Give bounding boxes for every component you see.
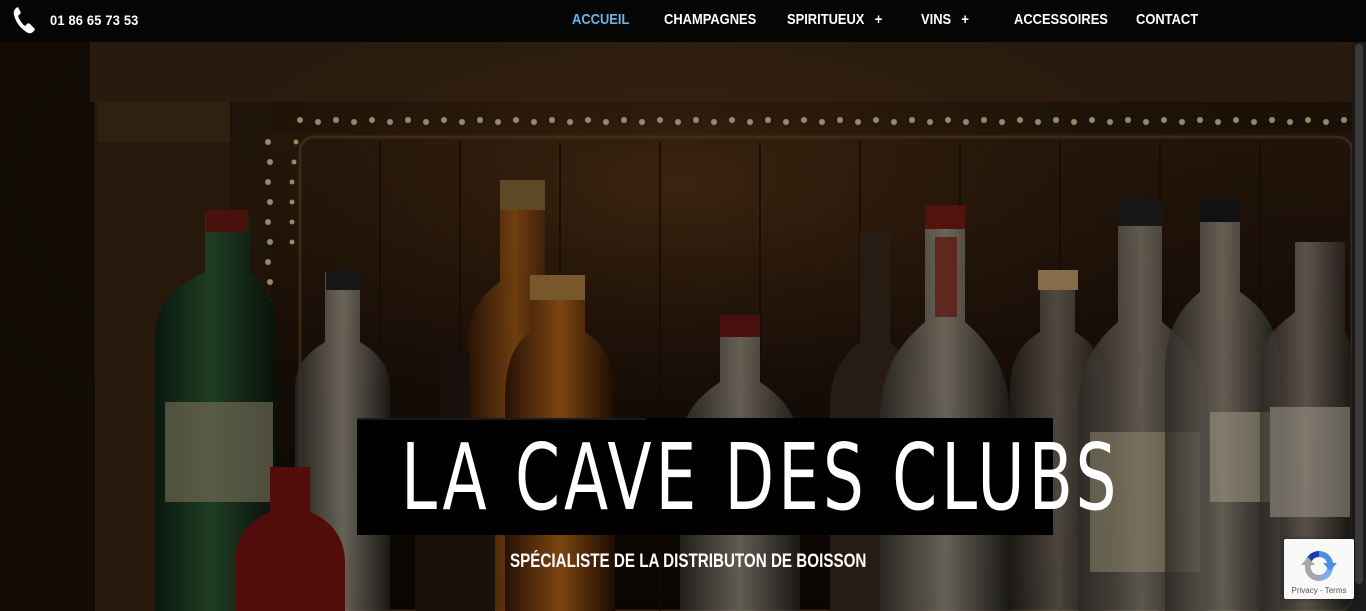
submenu-plus-icon[interactable]: + bbox=[875, 11, 883, 28]
nav-label: SPIRITUEUX bbox=[787, 11, 865, 28]
nav-label: ACCUEIL bbox=[572, 11, 630, 28]
nav-label: CONTACT bbox=[1136, 11, 1199, 28]
title-box-notch bbox=[357, 418, 646, 420]
site-title: LA CAVE DES CLUBS bbox=[401, 424, 1121, 531]
nav-item-champagnes[interactable]: CHAMPAGNES bbox=[664, 11, 756, 28]
top-bar: 01 86 65 73 53 ACCUEIL CHAMPAGNES SPIRIT… bbox=[0, 0, 1366, 42]
nav-label: VINS bbox=[921, 11, 952, 28]
scrollbar-thumb[interactable] bbox=[1355, 44, 1363, 584]
recaptcha-icon bbox=[1301, 550, 1337, 582]
nav-item-contact[interactable]: CONTACT bbox=[1136, 11, 1198, 28]
phone-icon bbox=[13, 7, 35, 34]
nav-item-accessoires[interactable]: ACCESSOIRES bbox=[1014, 11, 1108, 28]
nav-label: CHAMPAGNES bbox=[664, 11, 757, 28]
recaptcha-badge[interactable]: Privacy - Terms bbox=[1284, 539, 1354, 599]
phone-number[interactable]: 01 86 65 73 53 bbox=[50, 12, 139, 28]
hero-title-box: LA CAVE DES CLUBS bbox=[357, 418, 1117, 535]
nav-label: ACCESSOIRES bbox=[1014, 11, 1108, 28]
submenu-plus-icon[interactable]: + bbox=[961, 11, 969, 28]
nav-item-accueil[interactable]: ACCUEIL bbox=[572, 11, 629, 28]
page-scrollbar[interactable] bbox=[1352, 0, 1366, 611]
recaptcha-links[interactable]: Privacy - Terms bbox=[1284, 586, 1354, 595]
nav-item-vins[interactable]: VINS + bbox=[921, 11, 969, 28]
nav-item-spiritueux[interactable]: SPIRITUEUX + bbox=[787, 11, 882, 28]
hero-subtitle: SPÉCIALISTE DE LA DISTRIBUTON DE BOISSON bbox=[510, 551, 867, 572]
phone-contact[interactable]: 01 86 65 73 53 bbox=[12, 5, 146, 35]
